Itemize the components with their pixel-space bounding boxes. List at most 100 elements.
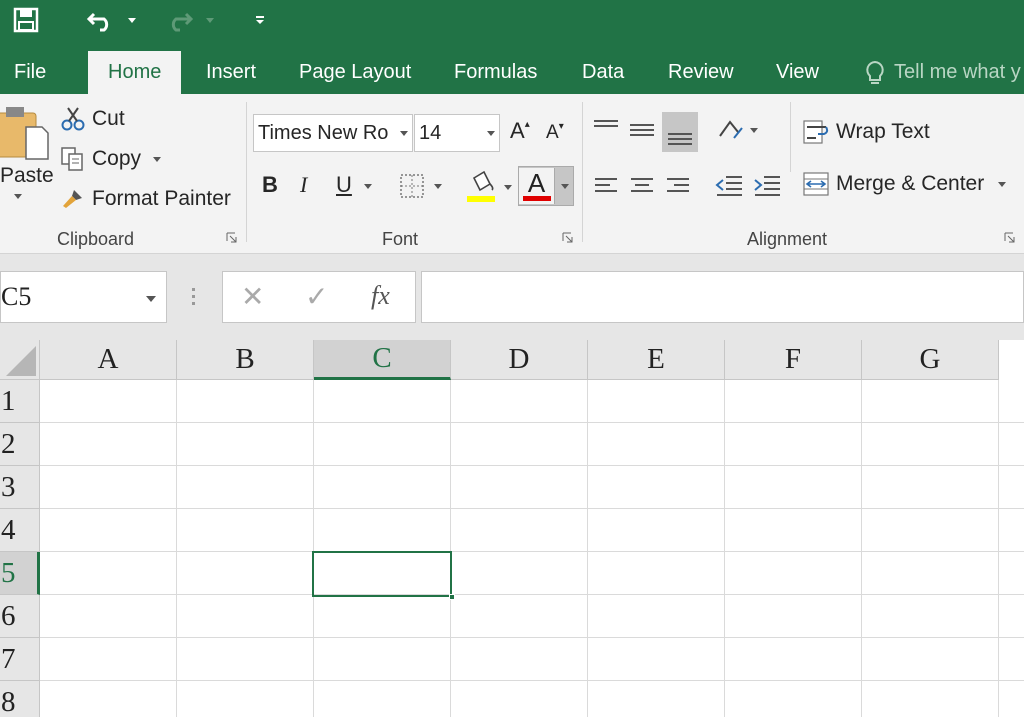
select-all-button[interactable] — [0, 340, 40, 380]
row-gridline — [40, 594, 1024, 595]
font-size-combo[interactable]: 14 — [414, 114, 500, 152]
formula-bar-grip-icon[interactable] — [192, 288, 196, 309]
font-color-letter: A — [527, 168, 546, 198]
insert-function-icon[interactable]: fx — [371, 281, 390, 311]
font-color-dropdown-icon[interactable] — [561, 183, 569, 189]
redo-icon[interactable] — [162, 0, 196, 40]
row-header-2[interactable]: 2 — [0, 423, 40, 466]
enter-icon[interactable]: ✓ — [305, 280, 328, 313]
align-center-icon[interactable] — [628, 170, 656, 200]
format-painter-button[interactable]: Format Painter — [60, 184, 231, 214]
grow-font-button[interactable]: A ▴ — [510, 118, 530, 144]
align-right-icon[interactable] — [664, 170, 692, 200]
align-left-icon[interactable] — [592, 170, 620, 200]
wrap-text-button[interactable]: Wrap Text — [802, 116, 930, 148]
row-header-8[interactable]: 8 — [0, 681, 40, 717]
orientation-dropdown-icon[interactable] — [750, 127, 758, 133]
merge-center-dropdown-icon[interactable] — [998, 181, 1007, 187]
middle-align-icon[interactable] — [628, 114, 656, 144]
cancel-icon[interactable]: ✕ — [241, 280, 264, 313]
italic-button[interactable]: I — [300, 172, 307, 198]
tab-insert[interactable]: Insert — [202, 46, 260, 94]
row-gridline — [40, 465, 1024, 466]
redo-dropdown-icon[interactable] — [202, 0, 218, 40]
bold-button[interactable]: B — [262, 172, 278, 198]
tell-me-box[interactable]: Tell me what y — [890, 46, 1024, 94]
copy-dropdown-icon[interactable] — [153, 156, 162, 162]
top-align-icon[interactable] — [592, 114, 620, 144]
undo-dropdown-icon[interactable] — [124, 0, 140, 40]
shrink-font-label: A — [546, 122, 559, 143]
clipboard-group-label: Clipboard — [57, 229, 135, 249]
column-gridline — [861, 380, 862, 717]
group-divider — [246, 102, 247, 242]
column-gridline — [998, 380, 999, 717]
row-header-7[interactable]: 7 — [0, 638, 40, 681]
column-header-c[interactable]: C — [314, 340, 451, 380]
select-all-triangle-icon — [6, 346, 36, 376]
fill-color-button[interactable] — [466, 170, 512, 204]
row-header-4[interactable]: 4 — [0, 509, 40, 552]
tab-home[interactable]: Home — [88, 51, 182, 94]
paste-icon[interactable] — [0, 102, 50, 162]
name-box[interactable]: C5 — [0, 271, 167, 323]
column-header-a[interactable]: A — [40, 340, 177, 380]
font-color-button[interactable]: A — [518, 166, 574, 206]
column-gridline — [724, 380, 725, 717]
row-gridline — [40, 508, 1024, 509]
underline-dropdown-icon[interactable] — [364, 184, 372, 189]
underline-button[interactable]: U — [336, 172, 352, 198]
wrap-text-icon — [803, 120, 829, 144]
decrease-indent-icon[interactable] — [714, 170, 744, 200]
name-box-dropdown-icon[interactable] — [146, 296, 156, 302]
scissors-icon — [61, 107, 85, 131]
merge-center-button[interactable]: Merge & Center — [802, 168, 1007, 200]
tab-formulas[interactable]: Formulas — [450, 46, 541, 94]
row-header-1[interactable]: 1 — [0, 380, 40, 423]
row-header-6[interactable]: 6 — [0, 595, 40, 638]
text-orientation-icon — [719, 120, 743, 139]
column-header-b[interactable]: B — [177, 340, 314, 380]
font-launcher-icon[interactable] — [562, 232, 574, 244]
font-name-dropdown-icon[interactable] — [400, 131, 408, 136]
tab-view[interactable]: View — [772, 46, 823, 94]
column-header-d[interactable]: D — [451, 340, 588, 380]
fill-color-dropdown-icon[interactable] — [504, 184, 512, 190]
font-name-combo[interactable]: Times New Ro — [253, 114, 413, 152]
orientation-button[interactable] — [716, 116, 758, 144]
ribbon-home: Paste Cut Copy Format Painter Clipboard — [0, 94, 1024, 254]
alignment-launcher-icon[interactable] — [1004, 232, 1016, 244]
customize-qat-icon[interactable] — [250, 0, 270, 40]
borders-button[interactable] — [398, 172, 442, 200]
formula-input[interactable] — [421, 271, 1024, 323]
column-header-e[interactable]: E — [588, 340, 725, 380]
column-header-f[interactable]: F — [725, 340, 862, 380]
increase-indent-icon[interactable] — [752, 170, 782, 200]
bottom-align-icon[interactable] — [662, 112, 698, 152]
borders-icon — [400, 174, 424, 198]
save-icon[interactable] — [8, 0, 44, 40]
fill-handle[interactable] — [449, 594, 455, 600]
format-painter-label: Format Painter — [92, 187, 231, 210]
shrink-font-button[interactable]: A ▾ — [546, 121, 564, 144]
active-cell[interactable] — [312, 551, 452, 597]
borders-dropdown-icon[interactable] — [434, 183, 442, 189]
alignment-group-label: Alignment — [747, 229, 828, 249]
undo-icon[interactable] — [84, 0, 118, 40]
column-gridline — [176, 380, 177, 717]
cut-button[interactable]: Cut — [60, 104, 125, 134]
column-gridline — [450, 380, 451, 717]
tab-page-layout[interactable]: Page Layout — [295, 46, 415, 94]
tab-review[interactable]: Review — [664, 46, 738, 94]
paintbrush-icon — [63, 190, 82, 208]
paste-button[interactable]: Paste — [0, 164, 54, 188]
font-size-dropdown-icon[interactable] — [487, 131, 495, 136]
column-header-g[interactable]: G — [862, 340, 999, 380]
tab-data[interactable]: Data — [578, 46, 628, 94]
row-header-3[interactable]: 3 — [0, 466, 40, 509]
clipboard-launcher-icon[interactable] — [226, 232, 238, 244]
row-header-5[interactable]: 5 — [0, 552, 40, 595]
copy-button[interactable]: Copy — [60, 144, 162, 174]
paste-dropdown-icon[interactable] — [14, 194, 22, 199]
tab-file[interactable]: File — [10, 46, 50, 94]
